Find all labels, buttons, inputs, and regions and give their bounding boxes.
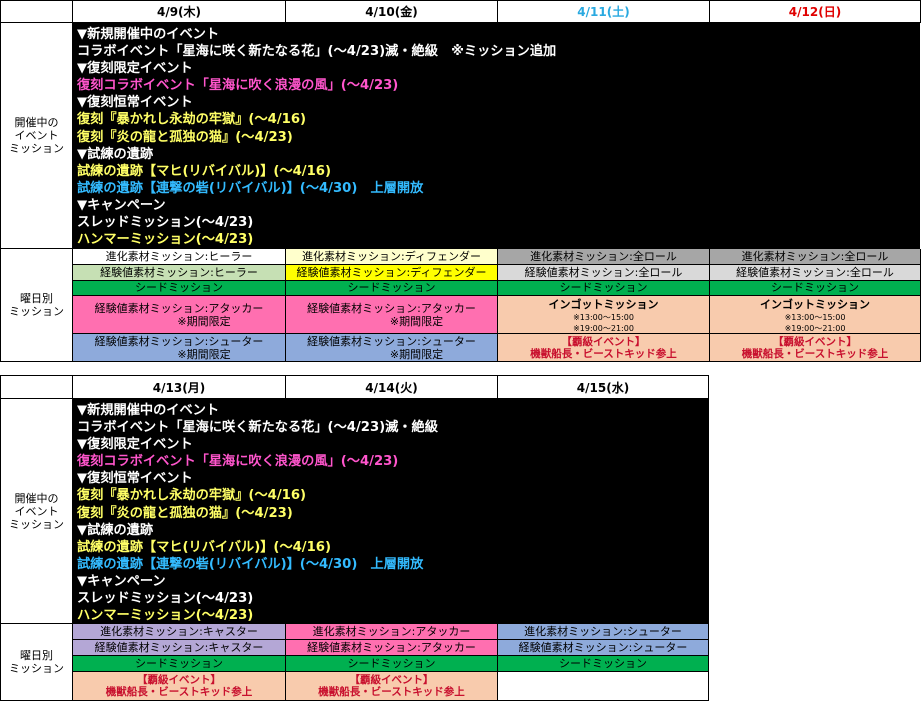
event-item: 試練の遺跡【マヒ(リバイバル)】(～4/16)	[77, 539, 331, 555]
event-item: ハンマーミッション(～4/23)	[77, 232, 254, 248]
corner-cell	[1, 376, 73, 399]
mission-shooter: 経験値素材ミッション:シューター ※期間限定	[73, 334, 286, 362]
mission-exp: 経験値素材ミッション:アタッカー	[286, 640, 498, 656]
day-header-3: 4/11(土)	[498, 1, 710, 23]
event-heading: ▼試練の遺跡	[77, 522, 154, 538]
schedule-table-week2: 4/13(月) 4/14(火) 4/15(水) 開催中の イベント ミッション …	[0, 375, 709, 701]
event-item: コラボイベント「星海に咲く新たなる花」(～4/23)滅・絶級	[77, 420, 438, 436]
mission-exp: 経験値素材ミッション:全ロール	[498, 265, 710, 281]
day-header-1: 4/13(月)	[73, 376, 286, 399]
corner-cell	[1, 1, 73, 23]
mission-exp: 経験値素材ミッション:全ロール	[710, 265, 921, 281]
mission-evo: 進化素材ミッション:シューター	[498, 624, 709, 640]
event-item: スレッドミッション(～4/23)	[77, 215, 254, 231]
mission-seed: シードミッション	[286, 656, 498, 672]
day-header-1: 4/9(木)	[73, 1, 286, 23]
mission-raid-event: 【覇級イベント】 機獣船長・ビーストキッド参上	[710, 334, 921, 362]
event-item: 復刻コラボイベント「星海に吹く浪漫の風」(～4/23)	[77, 454, 399, 470]
event-heading: ▼新規開催中のイベント	[77, 27, 220, 42]
event-heading: ▼復刻限定イベント	[77, 437, 193, 453]
event-item: 試練の遺跡【マヒ(リバイバル)】(～4/16)	[77, 163, 331, 179]
event-item: 復刻コラボイベント「星海に吹く浪漫の風」(～4/23)	[77, 78, 399, 94]
event-item: 復刻『暴かれし永劫の牢獄』(～4/16)	[77, 112, 307, 128]
mission-attacker: 経験値素材ミッション:アタッカー ※期間限定	[286, 296, 498, 334]
mission-evo: 進化素材ミッション:全ロール	[498, 249, 710, 265]
event-item: ハンマーミッション(～4/23)	[77, 608, 254, 624]
row-label-daily: 曜日別 ミッション	[1, 249, 73, 362]
mission-ingot: インゴットミッション ※13:00～15:00 ※19:00～21:00	[498, 296, 710, 334]
mission-seed: シードミッション	[73, 281, 286, 296]
mission-raid-event: 【覇級イベント】 機獣船長・ビーストキッド参上	[286, 672, 498, 701]
mission-evo: 進化素材ミッション:アタッカー	[286, 624, 498, 640]
mission-exp: 経験値素材ミッション:ディフェンダー	[286, 265, 498, 281]
mission-raid-event: 【覇級イベント】 機獣船長・ビーストキッド参上	[73, 672, 286, 701]
event-item: 復刻『暴かれし永劫の牢獄』(～4/16)	[77, 488, 307, 504]
mission-exp: 経験値素材ミッション:シューター	[498, 640, 709, 656]
day-header-3: 4/15(水)	[498, 376, 709, 399]
event-item: 復刻『炎の龍と孤独の猫』(～4/23)	[77, 505, 293, 521]
mission-exp: 経験値素材ミッション:ヒーラー	[73, 265, 286, 281]
empty-cell	[498, 672, 709, 701]
event-heading: ▼復刻恒常イベント	[77, 95, 193, 111]
event-heading: ▼キャンペーン	[77, 197, 166, 213]
day-header-2: 4/14(火)	[286, 376, 498, 399]
mission-seed: シードミッション	[498, 656, 709, 672]
event-item: コラボイベント「星海に咲く新たなる花」(～4/23)滅・絶級 ※ミッション追加	[77, 44, 557, 60]
event-heading: ▼キャンペーン	[77, 573, 166, 589]
mission-seed: シードミッション	[710, 281, 921, 296]
mission-evo: 進化素材ミッション:全ロール	[710, 249, 921, 265]
day-header-4: 4/12(日)	[710, 1, 921, 23]
event-heading: ▼復刻恒常イベント	[77, 471, 193, 487]
schedule-table-week1: 4/9(木) 4/10(金) 4/11(土) 4/12(日) 開催中の イベント…	[0, 0, 921, 362]
mission-seed: シードミッション	[286, 281, 498, 296]
event-heading: ▼試練の遺跡	[77, 146, 154, 162]
event-heading: ▼新規開催中のイベント	[77, 403, 220, 418]
event-item: 復刻『炎の龍と孤独の猫』(～4/23)	[77, 129, 293, 145]
mission-exp: 経験値素材ミッション:キャスター	[73, 640, 286, 656]
day-header-2: 4/10(金)	[286, 1, 498, 23]
mission-evo: 進化素材ミッション:ヒーラー	[73, 249, 286, 265]
mission-attacker: 経験値素材ミッション:アタッカー ※期間限定	[73, 296, 286, 334]
mission-seed: シードミッション	[498, 281, 710, 296]
row-label-daily: 曜日別 ミッション	[1, 624, 73, 701]
event-list-panel: ▼新規開催中のイベント コラボイベント「星海に咲く新たなる花」(～4/23)滅・…	[73, 399, 709, 624]
mission-shooter: 経験値素材ミッション:シューター ※期間限定	[286, 334, 498, 362]
event-heading: ▼復刻限定イベント	[77, 61, 193, 77]
mission-ingot: インゴットミッション ※13:00～15:00 ※19:00～21:00	[710, 296, 921, 334]
row-label-events: 開催中の イベント ミッション	[1, 399, 73, 624]
mission-evo: 進化素材ミッション:キャスター	[73, 624, 286, 640]
event-list-panel: ▼新規開催中のイベント コラボイベント「星海に咲く新たなる花」(～4/23)滅・…	[73, 23, 920, 249]
mission-raid-event: 【覇級イベント】 機獣船長・ビーストキッド参上	[498, 334, 710, 362]
mission-seed: シードミッション	[73, 656, 286, 672]
mission-evo: 進化素材ミッション:ディフェンダー	[286, 249, 498, 265]
event-item: 試練の遺跡【連撃の砦(リバイバル)】(～4/30) 上層開放	[77, 556, 424, 572]
event-item: 試練の遺跡【連撃の砦(リバイバル)】(～4/30) 上層開放	[77, 180, 424, 196]
event-item: スレッドミッション(～4/23)	[77, 591, 254, 607]
row-label-events: 開催中の イベント ミッション	[1, 23, 73, 249]
